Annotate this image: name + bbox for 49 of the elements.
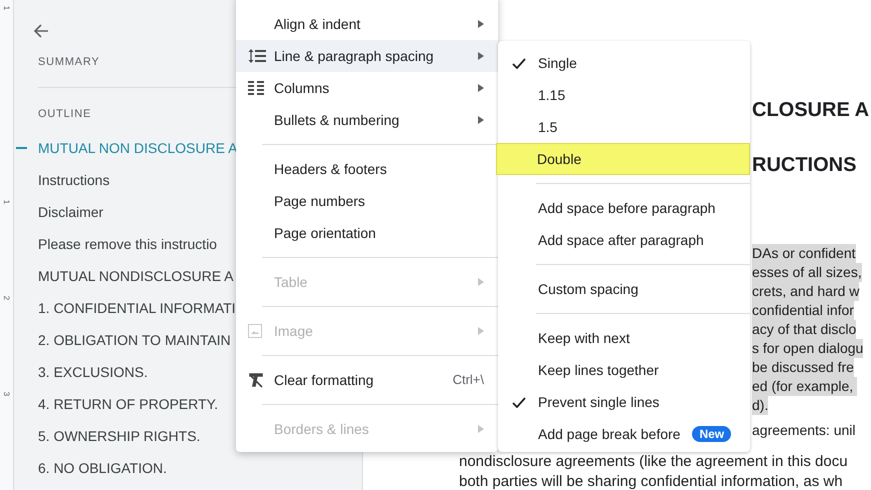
ruler-number: 3: [2, 392, 10, 396]
menu-item[interactable]: Columns: [236, 72, 498, 104]
columns-icon: [248, 81, 264, 95]
outline-item[interactable]: Instructions: [38, 170, 110, 190]
menu-item[interactable]: Headers & footers: [236, 153, 498, 185]
menu-item[interactable]: Keep lines together: [498, 354, 750, 386]
outline-item[interactable]: Disclaimer: [38, 202, 104, 222]
menu-item[interactable]: Keep with next: [498, 322, 750, 354]
new-badge: New: [692, 426, 732, 442]
outline-heading: OUTLINE: [38, 106, 92, 122]
back-arrow-icon[interactable]: [32, 22, 50, 40]
menu-item[interactable]: Page orientation: [236, 217, 498, 249]
body-text-line: agreements: unil: [752, 421, 856, 440]
line-spacing-icon: [248, 48, 266, 64]
outline-item[interactable]: MUTUAL NONDISCLOSURE A: [38, 266, 234, 286]
menu-item[interactable]: Single: [498, 47, 750, 79]
outline-item[interactable]: 4. RETURN OF PROPERTY.: [38, 394, 218, 414]
menu-item[interactable]: Bullets & numbering: [236, 104, 498, 136]
document-title: CLOSURE A: [752, 98, 870, 123]
menu-item[interactable]: Clear formatting Ctrl+\: [236, 364, 498, 396]
menu-item[interactable]: 1.5: [498, 111, 750, 143]
summary-heading: SUMMARY: [38, 55, 100, 70]
ruler-number: 1: [2, 6, 10, 10]
menu-item[interactable]: Line & paragraph spacing: [236, 40, 498, 72]
image-icon: [248, 324, 262, 338]
menu-item[interactable]: Double: [496, 143, 750, 175]
ruler-number: 1: [2, 200, 10, 204]
body-text-line: both parties will be sharing confidential information, as wh: [459, 472, 844, 490]
outline-item[interactable]: 2. OBLIGATION TO MAINTAIN: [38, 330, 231, 350]
menu-item[interactable]: Add space after paragraph: [498, 224, 750, 256]
menu-item[interactable]: Prevent single lines: [498, 386, 750, 418]
menu-item[interactable]: Add page break before New: [498, 418, 750, 450]
outline-item[interactable]: 6. NO OBLIGATION.: [38, 458, 167, 478]
outline-item[interactable]: Please remove this instructio: [38, 234, 217, 254]
outline-item[interactable]: 5. OWNERSHIP RIGHTS.: [38, 426, 200, 446]
check-icon: [512, 396, 526, 408]
menu-item[interactable]: Page numbers: [236, 185, 498, 217]
menu-item[interactable]: 1.15: [498, 79, 750, 111]
ruler-number: 2: [2, 296, 10, 300]
outline-item[interactable]: 1. CONFIDENTIAL INFORMATI: [38, 298, 236, 318]
clear-formatting-icon: [248, 372, 264, 388]
menu-item[interactable]: Align & indent: [236, 8, 498, 40]
check-icon: [512, 58, 526, 68]
shortcut-text: Ctrl+\: [452, 371, 484, 390]
menu-item[interactable]: Add space before paragraph: [498, 192, 750, 224]
body-text-line: nondisclosure agreements (like the agreement in this docu: [459, 452, 849, 472]
section-heading: RUCTIONS: [752, 153, 856, 178]
outline-item[interactable]: 3. EXCLUSIONS.: [38, 362, 148, 382]
menu-item[interactable]: Custom spacing: [498, 273, 750, 305]
